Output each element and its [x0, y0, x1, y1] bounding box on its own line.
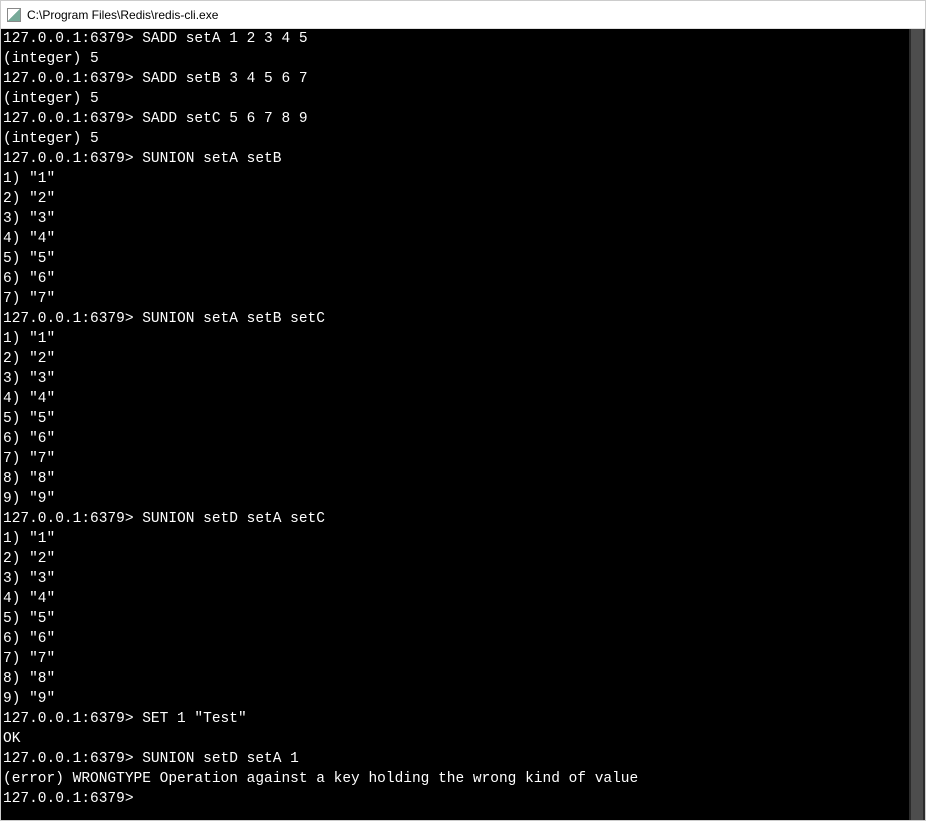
- terminal-command-line: 127.0.0.1:6379> SADD setC 5 6 7 8 9: [3, 109, 923, 129]
- terminal-output-line: 1) "1": [3, 529, 923, 549]
- terminal-output-line: (error) WRONGTYPE Operation against a ke…: [3, 769, 923, 789]
- scrollbar-thumb[interactable]: [911, 29, 923, 820]
- title-bar[interactable]: C:\Program Files\Redis\redis-cli.exe: [1, 1, 925, 29]
- terminal-output-line: 1) "1": [3, 329, 923, 349]
- terminal-output-line: 2) "2": [3, 549, 923, 569]
- terminal-output-line: 1) "1": [3, 169, 923, 189]
- terminal-output-line: 7) "7": [3, 289, 923, 309]
- console-window: C:\Program Files\Redis\redis-cli.exe 127…: [0, 0, 926, 821]
- terminal-output-line: 3) "3": [3, 569, 923, 589]
- terminal-output-line: (integer) 5: [3, 89, 923, 109]
- terminal-output-line: OK: [3, 729, 923, 749]
- terminal-output-line: 3) "3": [3, 209, 923, 229]
- terminal-output-line: 7) "7": [3, 649, 923, 669]
- terminal-output-line: 3) "3": [3, 369, 923, 389]
- terminal-output-line: 5) "5": [3, 249, 923, 269]
- window-title: C:\Program Files\Redis\redis-cli.exe: [27, 8, 218, 22]
- terminal-command-line: 127.0.0.1:6379> SUNION setD setA setC: [3, 509, 923, 529]
- terminal-output-line: 8) "8": [3, 469, 923, 489]
- terminal-output-line: 9) "9": [3, 489, 923, 509]
- vertical-scrollbar[interactable]: [909, 29, 925, 820]
- terminal-command-line: 127.0.0.1:6379> SET 1 "Test": [3, 709, 923, 729]
- terminal-output-line: 6) "6": [3, 269, 923, 289]
- terminal-output-line: 9) "9": [3, 689, 923, 709]
- terminal-command-line: 127.0.0.1:6379> SUNION setD setA 1: [3, 749, 923, 769]
- terminal-output-line: 6) "6": [3, 629, 923, 649]
- terminal-output-line: 8) "8": [3, 669, 923, 689]
- terminal-output-line: 2) "2": [3, 349, 923, 369]
- terminal-output-line: 5) "5": [3, 609, 923, 629]
- terminal-command-line: 127.0.0.1:6379> SADD setB 3 4 5 6 7: [3, 69, 923, 89]
- terminal-command-line: 127.0.0.1:6379> SADD setA 1 2 3 4 5: [3, 29, 923, 49]
- terminal-output-line: 4) "4": [3, 589, 923, 609]
- terminal-output-line: (integer) 5: [3, 49, 923, 69]
- terminal-command-line: 127.0.0.1:6379> SUNION setA setB setC: [3, 309, 923, 329]
- terminal-command-line: 127.0.0.1:6379> SUNION setA setB: [3, 149, 923, 169]
- terminal-command-line: 127.0.0.1:6379>: [3, 789, 923, 809]
- terminal-output-line: 4) "4": [3, 229, 923, 249]
- terminal-output-line: 4) "4": [3, 389, 923, 409]
- app-icon: [7, 8, 21, 22]
- terminal-output-line: (integer) 5: [3, 129, 923, 149]
- terminal-output-line: 2) "2": [3, 189, 923, 209]
- terminal-output-line: 7) "7": [3, 449, 923, 469]
- terminal-output[interactable]: 127.0.0.1:6379> SADD setA 1 2 3 4 5(inte…: [1, 29, 925, 820]
- terminal-output-line: 6) "6": [3, 429, 923, 449]
- terminal-output-line: 5) "5": [3, 409, 923, 429]
